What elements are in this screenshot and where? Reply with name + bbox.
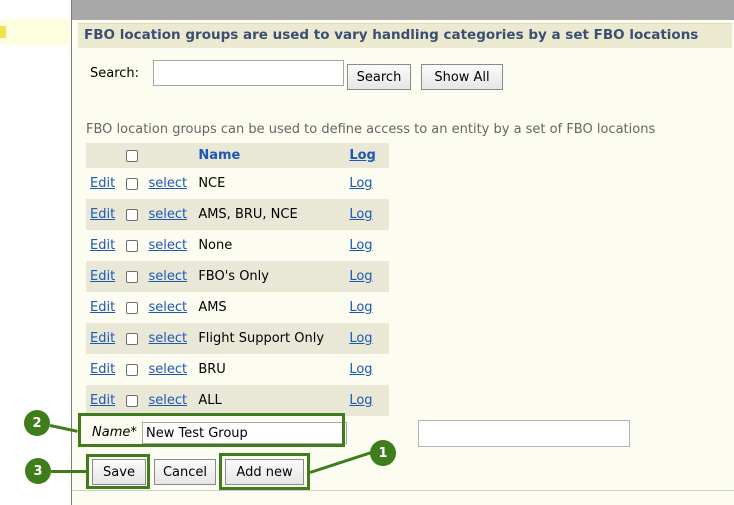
annotation-box-name <box>78 413 345 447</box>
select-link[interactable]: select <box>148 207 187 222</box>
table-row: Edit select AMS, BRU, NCE Log <box>86 199 389 230</box>
row-checkbox[interactable] <box>125 208 138 221</box>
cancel-button[interactable]: Cancel <box>154 459 216 485</box>
select-link[interactable]: select <box>148 393 187 408</box>
selected-nav-item[interactable] <box>0 19 70 45</box>
search-label: Search: <box>90 66 140 81</box>
table-row: Edit select ALL Log <box>86 385 389 416</box>
edit-link[interactable]: Edit <box>90 207 115 222</box>
annotation-connector-1 <box>309 451 372 474</box>
group-name: Flight Support Only <box>195 323 348 354</box>
table-row: Edit select NCE Log <box>86 168 389 199</box>
log-link[interactable]: Log <box>349 331 372 346</box>
select-link[interactable]: select <box>148 300 187 315</box>
group-name: AMS <box>198 300 227 315</box>
info-text: FBO location groups can be used to defin… <box>86 122 656 137</box>
select-all-checkbox[interactable] <box>125 149 138 162</box>
annotation-badge-2: 2 <box>24 410 50 436</box>
row-checkbox[interactable] <box>125 270 138 283</box>
table-row: Edit select BRU Log <box>86 354 389 385</box>
selection-marker <box>0 26 6 38</box>
column-header-log[interactable]: Log <box>349 148 376 163</box>
edit-link[interactable]: Edit <box>90 269 115 284</box>
group-name: FBO's Only <box>195 261 348 292</box>
log-link[interactable]: Log <box>349 300 372 315</box>
log-link[interactable]: Log <box>349 176 372 191</box>
select-link[interactable]: select <box>148 176 187 191</box>
group-name: NCE <box>198 176 226 191</box>
extra-input[interactable] <box>418 420 630 447</box>
section-title: FBO location groups are used to vary han… <box>84 27 699 43</box>
table-header-row: Name Log <box>86 143 389 168</box>
edit-link[interactable]: Edit <box>90 176 115 191</box>
annotation-badge-3: 3 <box>25 458 51 484</box>
group-name: ALL <box>195 385 348 416</box>
log-link[interactable]: Log <box>349 362 372 377</box>
bottom-divider <box>72 490 734 491</box>
fbo-groups-table: Name Log Edit select NCE Log Edit select AMS, … <box>86 143 389 416</box>
edit-link[interactable]: Edit <box>90 331 115 346</box>
row-checkbox[interactable] <box>125 301 138 314</box>
edit-link[interactable]: Edit <box>90 238 115 253</box>
table-row: Edit select Flight Support Only Log <box>86 323 389 354</box>
search-button[interactable]: Search <box>347 64 411 90</box>
annotation-connector-3 <box>51 470 86 473</box>
table-row: Edit select None Log <box>86 230 389 261</box>
row-checkbox[interactable] <box>125 363 138 376</box>
log-link[interactable]: Log <box>349 393 372 408</box>
main-panel: FBO location groups are used to vary han… <box>24 0 734 505</box>
table-row: Edit select AMS Log <box>86 292 389 323</box>
group-name: None <box>198 238 233 253</box>
row-checkbox[interactable] <box>125 177 138 190</box>
table-row: Edit select FBO's Only Log <box>86 261 389 292</box>
select-link[interactable]: select <box>148 238 187 253</box>
section-header: FBO location groups are used to vary han… <box>78 23 732 48</box>
log-link[interactable]: Log <box>349 207 372 222</box>
select-link[interactable]: select <box>148 331 187 346</box>
log-link[interactable]: Log <box>349 269 372 284</box>
annotation-box-add-new <box>219 453 310 490</box>
select-link[interactable]: select <box>148 362 187 377</box>
annotation-badge-1: 1 <box>370 440 396 466</box>
log-link[interactable]: Log <box>349 238 372 253</box>
select-link[interactable]: select <box>148 269 187 284</box>
edit-link[interactable]: Edit <box>90 393 115 408</box>
row-checkbox[interactable] <box>125 394 138 407</box>
top-bar <box>72 0 734 20</box>
column-header-name[interactable]: Name <box>195 143 348 168</box>
edit-link[interactable]: Edit <box>90 300 115 315</box>
search-input[interactable] <box>153 60 344 86</box>
edit-link[interactable]: Edit <box>90 362 115 377</box>
show-all-button[interactable]: Show All <box>421 64 503 90</box>
row-checkbox[interactable] <box>125 332 138 345</box>
group-name: BRU <box>198 362 226 377</box>
annotation-box-save <box>86 454 150 489</box>
row-checkbox[interactable] <box>125 239 138 252</box>
group-name: AMS, BRU, NCE <box>195 199 348 230</box>
